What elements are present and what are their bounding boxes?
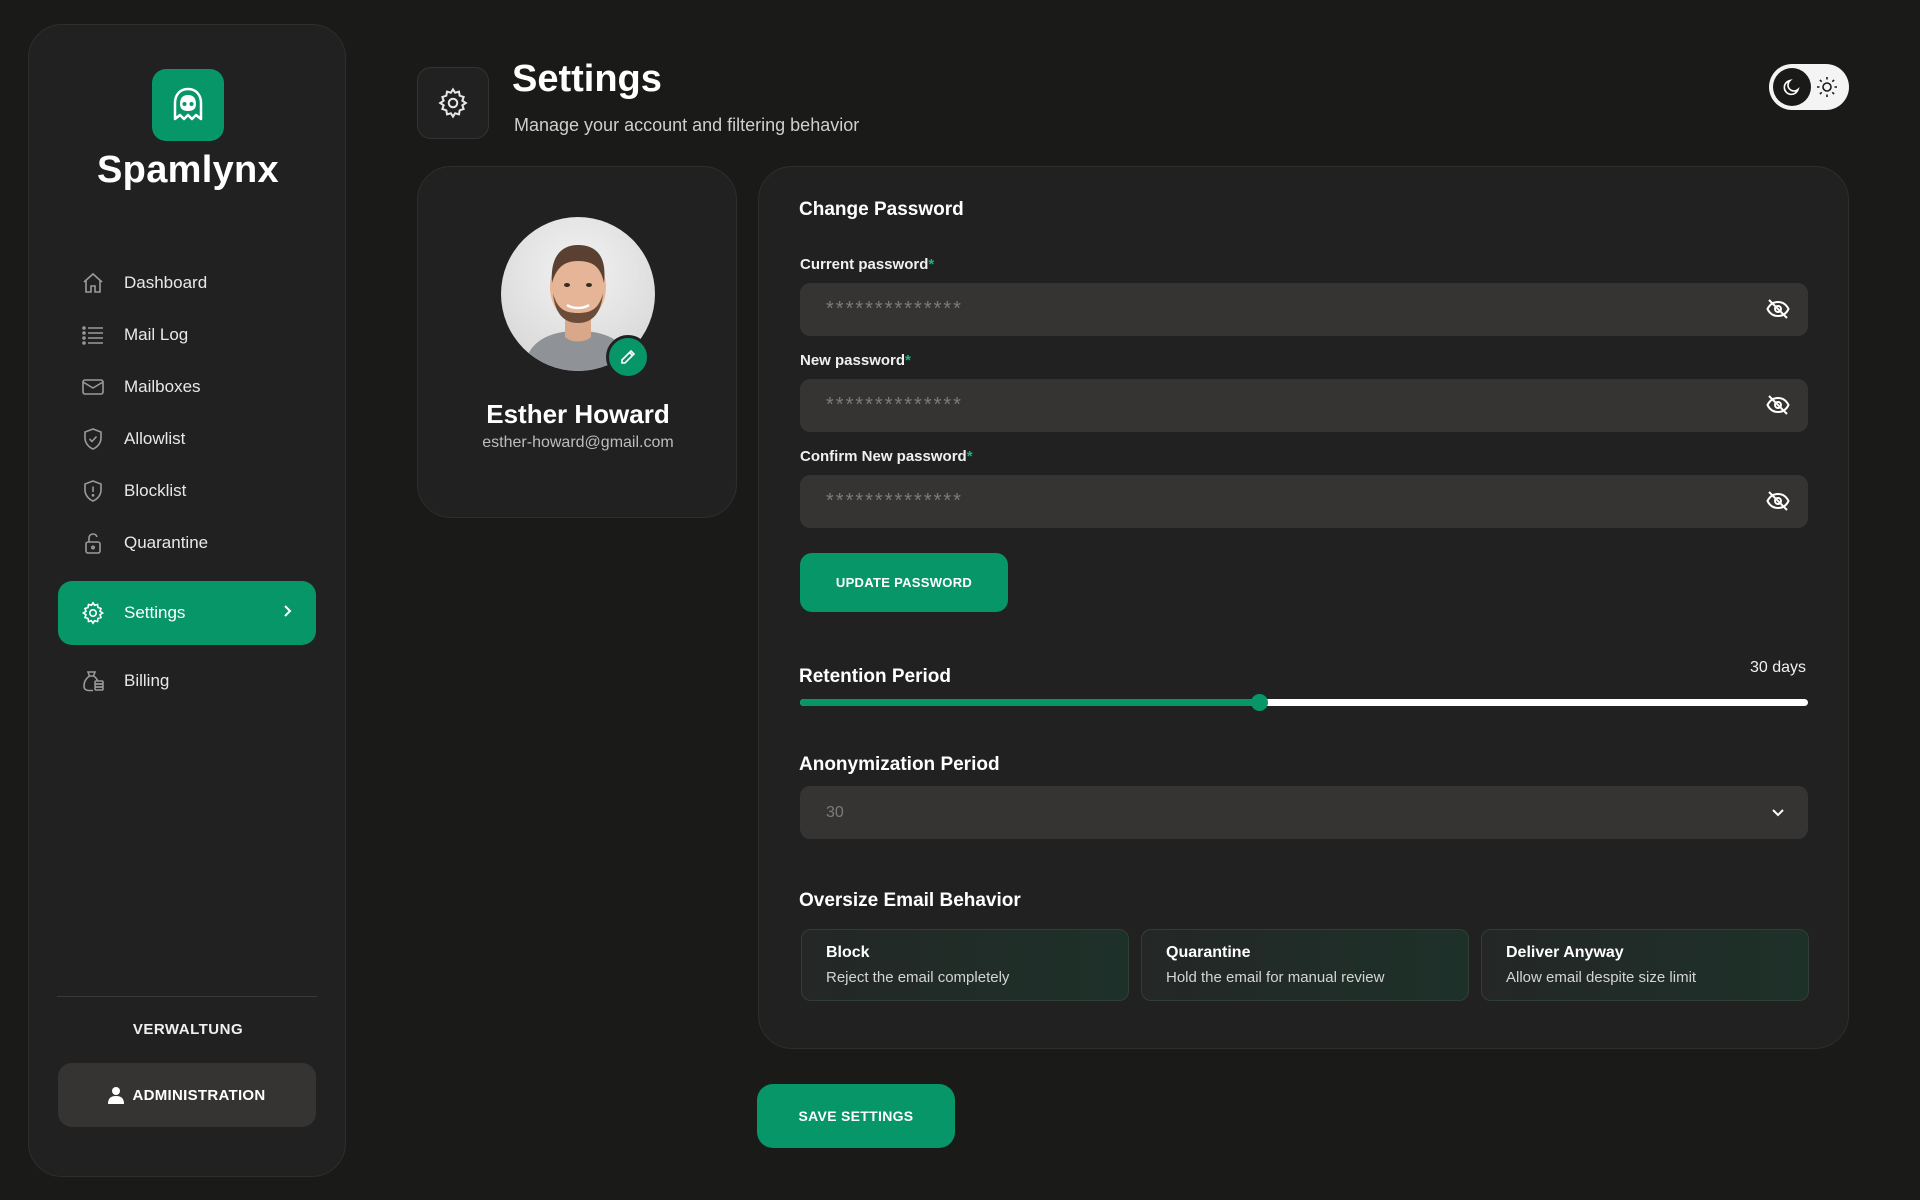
required-marker: * [928, 256, 935, 273]
gear-icon [417, 67, 489, 139]
new-password-label: New password* [800, 352, 911, 369]
unlock-icon [80, 530, 106, 556]
administration-button[interactable]: ADMINISTRATION [58, 1063, 316, 1127]
gear-icon [80, 600, 106, 626]
retention-period-value: 30 days [1749, 659, 1806, 676]
option-description: Hold the email for manual review [1166, 969, 1385, 986]
edit-avatar-button[interactable] [606, 335, 650, 379]
eye-off-icon[interactable] [1766, 490, 1790, 512]
option-description: Allow email despite size limit [1506, 969, 1697, 986]
option-deliver-anyway[interactable]: Deliver Anyway Allow email despite size … [1481, 929, 1809, 1001]
page-title: Settings [512, 58, 662, 100]
anonymization-period-value: 30 [826, 803, 844, 821]
shield-check-icon [80, 426, 106, 452]
option-quarantine[interactable]: Quarantine Hold the email for manual rev… [1141, 929, 1469, 1001]
mail-icon [80, 374, 106, 400]
retention-slider[interactable] [800, 694, 1808, 711]
retention-slider-thumb[interactable] [1250, 694, 1268, 711]
profile-name: Esther Howard [486, 399, 670, 429]
chevron-down-icon [1770, 804, 1786, 820]
theme-toggle[interactable] [1769, 64, 1849, 110]
current-password-value: ************** [826, 298, 963, 320]
sidebar-item-mailboxes[interactable]: Mailboxes [58, 361, 316, 413]
sidebar-nav: Dashboard Mail Log Mailboxes Allowlist B… [58, 257, 316, 707]
home-icon [80, 270, 106, 296]
retention-period-title: Retention Period [799, 666, 952, 687]
user-icon [108, 1086, 125, 1104]
sidebar-item-allowlist[interactable]: Allowlist [58, 413, 316, 465]
sidebar-item-label: Dashboard [124, 273, 208, 292]
profile-card: Esther Howard esther-howard@gmail.com [417, 166, 737, 518]
eye-off-icon[interactable] [1766, 298, 1790, 320]
pencil-icon [619, 348, 637, 366]
confirm-password-field[interactable]: ************** [800, 475, 1808, 528]
sidebar-item-billing[interactable]: Billing [58, 655, 316, 707]
new-password-value: ************** [826, 394, 963, 416]
sidebar-divider [57, 996, 317, 997]
update-password-button[interactable]: UPDATE PASSWORD [800, 553, 1008, 612]
list-icon [80, 322, 106, 348]
sidebar-item-label: Billing [124, 671, 170, 690]
confirm-password-label: Confirm New password* [800, 448, 973, 465]
option-title: Quarantine [1166, 944, 1251, 961]
sidebar-item-label: Mailboxes [124, 377, 201, 396]
sidebar-item-quarantine[interactable]: Quarantine [58, 517, 316, 569]
option-title: Block [826, 944, 870, 961]
eye-off-icon[interactable] [1766, 394, 1790, 416]
required-marker: * [966, 448, 973, 465]
required-marker: * [905, 352, 911, 369]
current-password-field[interactable]: ************** [800, 283, 1808, 336]
confirm-password-label-text: Confirm New password [800, 448, 967, 465]
current-password-label-text: Current password [800, 256, 929, 273]
ghost-icon [152, 69, 224, 141]
sidebar-item-label: Settings [124, 603, 186, 622]
change-password-title: Change Password [799, 199, 964, 220]
sidebar-item-blocklist[interactable]: Blocklist [58, 465, 316, 517]
administration-label: ADMINISTRATION [132, 1086, 266, 1104]
retention-slider-fill [800, 699, 1259, 706]
sidebar-item-dashboard[interactable]: Dashboard [58, 257, 316, 309]
save-settings-button[interactable]: SAVE SETTINGS [757, 1084, 955, 1148]
money-bag-icon [80, 668, 106, 694]
option-block[interactable]: Block Reject the email completely [801, 929, 1129, 1001]
sidebar-item-label: Mail Log [124, 325, 189, 344]
confirm-password-value: ************** [826, 490, 963, 512]
chevron-right-icon [282, 603, 294, 624]
option-title: Deliver Anyway [1506, 944, 1624, 961]
new-password-label-text: New password [800, 352, 906, 369]
app-name: Spamlynx [97, 149, 279, 191]
sidebar-item-label: Allowlist [124, 429, 186, 448]
sidebar-item-label: Quarantine [124, 533, 209, 552]
anonymization-period-title: Anonymization Period [799, 754, 1000, 775]
sidebar-item-label: Blocklist [124, 481, 187, 500]
settings-card: Change Password Current password* ******… [758, 166, 1849, 1049]
anonymization-period-select[interactable]: 30 [800, 786, 1808, 839]
oversize-email-title: Oversize Email Behavior [799, 890, 1021, 911]
sidebar: Spamlynx Dashboard Mail Log Mailboxes Al… [28, 24, 346, 1177]
sidebar-item-settings[interactable]: Settings [58, 581, 316, 645]
current-password-label: Current password* [800, 256, 934, 273]
moon-icon [1773, 68, 1811, 106]
section-title: VERWALTUNG [132, 1021, 244, 1038]
sidebar-item-mail-log[interactable]: Mail Log [58, 309, 316, 361]
page-subtitle: Manage your account and filtering behavi… [514, 115, 860, 135]
new-password-field[interactable]: ************** [800, 379, 1808, 432]
profile-email: esther-howard@gmail.com [482, 434, 674, 451]
shield-alert-icon [80, 478, 106, 504]
sun-icon [1811, 68, 1843, 106]
option-description: Reject the email completely [826, 969, 1010, 986]
